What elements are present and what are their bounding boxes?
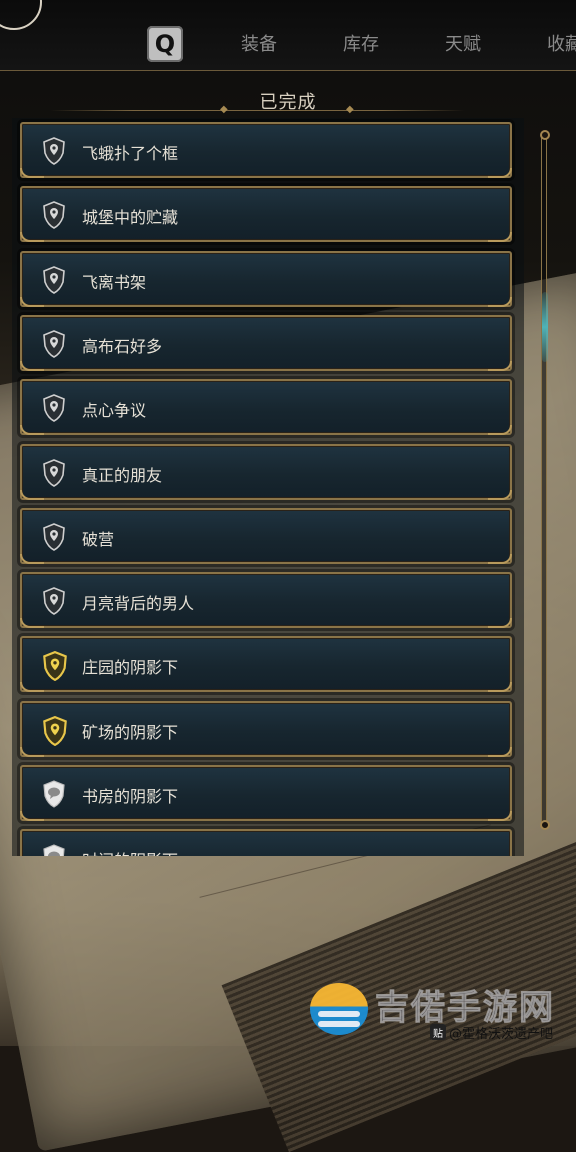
tab-inventory[interactable]: 库存 (343, 30, 379, 56)
quest-row[interactable]: 点心争议 (20, 379, 512, 436)
quest-title: 庄园的阴影下 (82, 658, 179, 678)
quest-row[interactable]: 矿场的阴影下 (20, 700, 512, 757)
quest-title: 书房的阴影下 (82, 787, 179, 806)
quest-title: 破营 (82, 529, 115, 549)
quest-title: 矿场的阴影下 (82, 722, 179, 742)
scrollbar-top-cap (540, 130, 550, 140)
credit-text: @霍格沃茨遗产吧 (449, 1026, 554, 1042)
menu-ring-icon[interactable] (0, 0, 42, 30)
quest-title: 真正的朋友 (82, 465, 163, 485)
quest-title: 飞离书架 (82, 272, 147, 292)
tab-equipment[interactable]: 装备 (241, 30, 277, 56)
gold-shield-icon (42, 651, 67, 682)
watermark-credit: 贴 @霍格沃茨遗产吧 (430, 1022, 553, 1042)
quest-row[interactable]: 月亮背后的男人 (20, 572, 512, 629)
watermark-logo-icon (310, 983, 368, 1035)
quest-row[interactable]: 时间的阴影下 (20, 829, 512, 856)
speech-shield-icon (42, 844, 66, 856)
top-nav-bar: Q 装备 库存 天赋 收藏 (0, 0, 576, 71)
shield-pin-icon (42, 587, 66, 615)
shield-pin-icon (42, 458, 66, 487)
tab-talents[interactable]: 天赋 (445, 30, 481, 56)
quest-row[interactable]: 城堡中的贮藏 (20, 186, 512, 243)
scrollbar-bottom-cap (540, 820, 550, 830)
quest-title: 时间的阴影下 (82, 847, 178, 856)
shield-pin-icon (42, 522, 66, 551)
search-key-button[interactable]: Q (147, 26, 183, 62)
gold-shield-icon (42, 715, 67, 746)
tieba-icon: 贴 (430, 1024, 446, 1040)
completed-quest-list[interactable]: 飞蛾扑了个框 城堡中的贮藏 飞离书架高布石好多点心争议真正的朋友破营月亮背后的男人庄… (12, 118, 524, 856)
quest-title: 月亮背后的男人 (82, 594, 195, 614)
quest-title: 飞蛾扑了个框 (82, 144, 179, 163)
quest-row[interactable]: 飞蛾扑了个框 (20, 122, 512, 178)
shield-pin-icon (42, 394, 66, 423)
section-title: 已完成 (259, 92, 317, 113)
quest-row[interactable]: 书房的阴影下 (20, 765, 512, 821)
quest-row[interactable]: 高布石好多 (20, 314, 512, 371)
tab-collections[interactable]: 收藏 (547, 30, 576, 56)
shield-pin-icon (42, 137, 66, 165)
quest-row[interactable]: 庄园的阴影下 (20, 636, 512, 693)
shield-pin-icon (42, 265, 66, 294)
speech-shield-icon (42, 780, 66, 808)
quest-row[interactable]: 飞离书架 (20, 250, 512, 307)
quest-title: 点心争议 (82, 401, 147, 421)
shield-pin-icon (42, 201, 66, 230)
scrollbar-track[interactable] (541, 134, 547, 828)
quest-row[interactable]: 破营 (20, 507, 512, 564)
quest-row[interactable]: 真正的朋友 (20, 443, 512, 500)
quest-title: 城堡中的贮藏 (82, 208, 179, 228)
scrollbar-thumb[interactable] (542, 292, 548, 362)
quest-title: 高布石好多 (82, 336, 163, 356)
shield-pin-icon (42, 330, 66, 358)
